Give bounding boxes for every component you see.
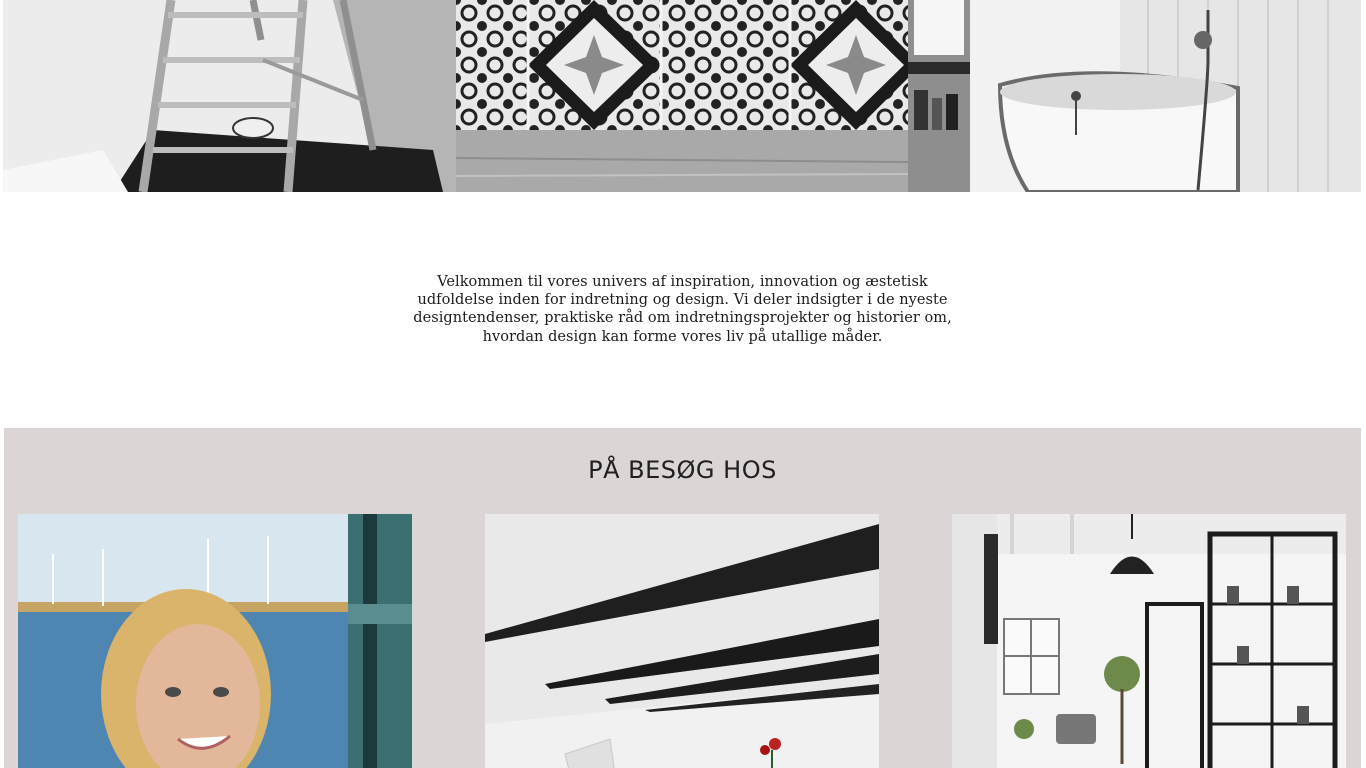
visit-card-showroom[interactable] bbox=[952, 514, 1346, 768]
patterned-tiles-photo-icon bbox=[456, 0, 908, 192]
hero-image-tiles bbox=[456, 0, 908, 192]
intro-text: Velkommen til vores univers af inspirati… bbox=[413, 274, 952, 345]
hero-image-bathroom bbox=[908, 0, 1361, 192]
hero-image-ladder bbox=[3, 0, 456, 192]
attic-room-photo-icon bbox=[485, 514, 879, 768]
visit-card-portrait[interactable] bbox=[18, 514, 412, 768]
woman-portrait-photo-icon bbox=[18, 514, 412, 768]
ladder-photo-icon bbox=[3, 0, 456, 192]
section-title: PÅ BESØG HOS bbox=[588, 456, 777, 484]
showroom-interior-photo-icon bbox=[952, 514, 1346, 768]
visit-section: PÅ BESØG HOS bbox=[4, 428, 1361, 768]
visit-card-attic[interactable] bbox=[485, 514, 879, 768]
page: Velkommen til vores univers af inspirati… bbox=[0, 0, 1366, 768]
hero-photo-strip bbox=[3, 0, 1361, 192]
bathtub-photo-icon bbox=[908, 0, 1361, 192]
